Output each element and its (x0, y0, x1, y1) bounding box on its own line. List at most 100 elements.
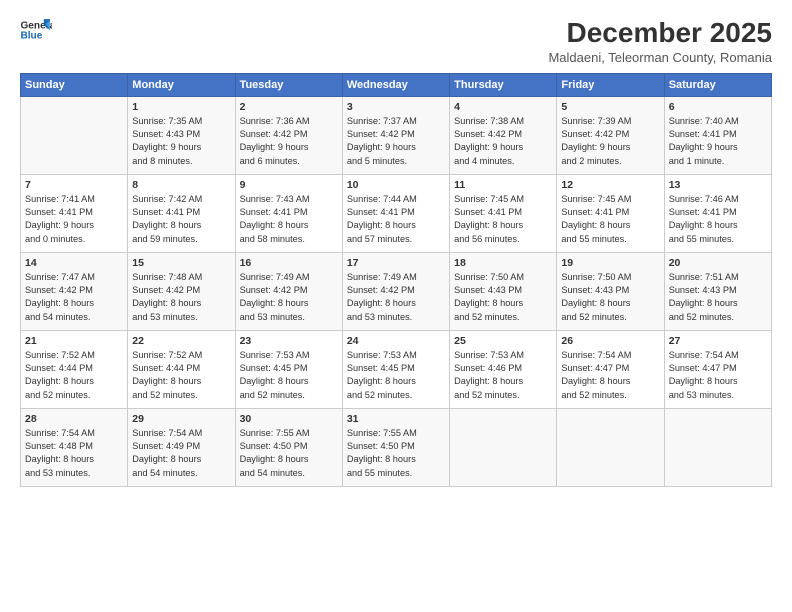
calendar-cell: 24 Sunrise: 7:53 AM Sunset: 4:45 PM Dayli… (342, 330, 449, 408)
day-info: Sunrise: 7:39 AM Sunset: 4:42 PM Dayligh… (561, 115, 659, 168)
calendar-cell: 16Sunrise: 7:49 AM Sunset: 4:42 PM Dayli… (235, 252, 342, 330)
day-info: Sunrise: 7:47 AM Sunset: 4:42 PM Dayligh… (25, 271, 123, 324)
day-number: 25 (454, 335, 552, 347)
calendar-cell: 8Sunrise: 7:42 AM Sunset: 4:41 PM Daylig… (128, 174, 235, 252)
day-info: Sunrise: 7:54 AM Sunset: 4:49 PM Dayligh… (132, 427, 230, 480)
day-number: 10 (347, 179, 445, 191)
calendar-cell: 9 Sunrise: 7:43 AM Sunset: 4:41 PM Daylig… (235, 174, 342, 252)
day-number: 5 (561, 101, 659, 113)
day-number: 6 (669, 101, 767, 113)
calendar-cell: 6Sunrise: 7:40 AM Sunset: 4:41 PM Daylig… (664, 96, 771, 174)
calendar-cell: 13 Sunrise: 7:46 AM Sunset: 4:41 PM Dayli… (664, 174, 771, 252)
calendar-cell: 12Sunrise: 7:45 AM Sunset: 4:41 PM Dayli… (557, 174, 664, 252)
day-info: Sunrise: 7:53 AM Sunset: 4:45 PM Dayligh… (240, 349, 338, 402)
calendar-cell: 18 Sunrise: 7:50 AM Sunset: 4:43 PM Dayli… (450, 252, 557, 330)
calendar-cell: 29 Sunrise: 7:54 AM Sunset: 4:49 PM Dayli… (128, 408, 235, 486)
calendar-cell: 23 Sunrise: 7:53 AM Sunset: 4:45 PM Dayli… (235, 330, 342, 408)
svg-text:Blue: Blue (20, 31, 42, 42)
day-number: 15 (132, 257, 230, 269)
calendar-cell: 25 Sunrise: 7:53 AM Sunset: 4:46 PM Dayli… (450, 330, 557, 408)
day-info: Sunrise: 7:51 AM Sunset: 4:43 PM Dayligh… (669, 271, 767, 324)
day-of-week-header: Monday (128, 73, 235, 96)
calendar-cell: 4 Sunrise: 7:38 AM Sunset: 4:42 PM Daylig… (450, 96, 557, 174)
day-number: 7 (25, 179, 123, 191)
day-number: 19 (561, 257, 659, 269)
day-number: 18 (454, 257, 552, 269)
day-info: Sunrise: 7:48 AM Sunset: 4:42 PM Dayligh… (132, 271, 230, 324)
day-info: Sunrise: 7:45 AM Sunset: 4:41 PM Dayligh… (454, 193, 552, 246)
title-block: December 2025 Maldaeni, Teleorman County… (548, 16, 772, 65)
day-number: 2 (240, 101, 338, 113)
day-info: Sunrise: 7:52 AM Sunset: 4:44 PM Dayligh… (25, 349, 123, 402)
logo: General Blue (20, 16, 52, 44)
day-info: Sunrise: 7:54 AM Sunset: 4:47 PM Dayligh… (561, 349, 659, 402)
day-info: Sunrise: 7:55 AM Sunset: 4:50 PM Dayligh… (347, 427, 445, 480)
day-info: Sunrise: 7:44 AM Sunset: 4:41 PM Dayligh… (347, 193, 445, 246)
day-of-week-header: Wednesday (342, 73, 449, 96)
calendar-week-row: 14 Sunrise: 7:47 AM Sunset: 4:42 PM Dayli… (21, 252, 772, 330)
day-info: Sunrise: 7:46 AM Sunset: 4:41 PM Dayligh… (669, 193, 767, 246)
day-number: 3 (347, 101, 445, 113)
day-number: 27 (669, 335, 767, 347)
calendar-cell: 10 Sunrise: 7:44 AM Sunset: 4:41 PM Dayli… (342, 174, 449, 252)
calendar-cell: 5 Sunrise: 7:39 AM Sunset: 4:42 PM Daylig… (557, 96, 664, 174)
calendar-cell: 19 Sunrise: 7:50 AM Sunset: 4:43 PM Dayli… (557, 252, 664, 330)
calendar-cell: 11 Sunrise: 7:45 AM Sunset: 4:41 PM Dayli… (450, 174, 557, 252)
day-number: 17 (347, 257, 445, 269)
calendar-cell: 15 Sunrise: 7:48 AM Sunset: 4:42 PM Dayli… (128, 252, 235, 330)
day-number: 22 (132, 335, 230, 347)
day-info: Sunrise: 7:54 AM Sunset: 4:48 PM Dayligh… (25, 427, 123, 480)
day-of-week-header: Friday (557, 73, 664, 96)
calendar-cell: 21 Sunrise: 7:52 AM Sunset: 4:44 PM Dayli… (21, 330, 128, 408)
day-info: Sunrise: 7:50 AM Sunset: 4:43 PM Dayligh… (561, 271, 659, 324)
day-info: Sunrise: 7:55 AM Sunset: 4:50 PM Dayligh… (240, 427, 338, 480)
calendar-cell: 7Sunrise: 7:41 AM Sunset: 4:41 PM Daylig… (21, 174, 128, 252)
day-number: 9 (240, 179, 338, 191)
calendar-subtitle: Maldaeni, Teleorman County, Romania (548, 50, 772, 65)
calendar-table: SundayMondayTuesdayWednesdayThursdayFrid… (20, 73, 772, 487)
calendar-cell: 2 Sunrise: 7:36 AM Sunset: 4:42 PM Daylig… (235, 96, 342, 174)
day-number: 11 (454, 179, 552, 191)
calendar-week-row: 21 Sunrise: 7:52 AM Sunset: 4:44 PM Dayli… (21, 330, 772, 408)
day-of-week-header: Tuesday (235, 73, 342, 96)
header: General Blue December 2025 Maldaeni, Tel… (20, 16, 772, 65)
day-info: Sunrise: 7:53 AM Sunset: 4:45 PM Dayligh… (347, 349, 445, 402)
day-number: 24 (347, 335, 445, 347)
day-number: 14 (25, 257, 123, 269)
day-info: Sunrise: 7:36 AM Sunset: 4:42 PM Dayligh… (240, 115, 338, 168)
day-info: Sunrise: 7:43 AM Sunset: 4:41 PM Dayligh… (240, 193, 338, 246)
calendar-cell: 17 Sunrise: 7:49 AM Sunset: 4:42 PM Dayli… (342, 252, 449, 330)
day-number: 26 (561, 335, 659, 347)
calendar-week-row: 7Sunrise: 7:41 AM Sunset: 4:41 PM Daylig… (21, 174, 772, 252)
calendar-cell: 28Sunrise: 7:54 AM Sunset: 4:48 PM Dayli… (21, 408, 128, 486)
calendar-cell: 14 Sunrise: 7:47 AM Sunset: 4:42 PM Dayli… (21, 252, 128, 330)
day-number: 29 (132, 413, 230, 425)
calendar-cell (664, 408, 771, 486)
day-of-week-header: Thursday (450, 73, 557, 96)
calendar-week-row: 28Sunrise: 7:54 AM Sunset: 4:48 PM Dayli… (21, 408, 772, 486)
day-info: Sunrise: 7:45 AM Sunset: 4:41 PM Dayligh… (561, 193, 659, 246)
day-info: Sunrise: 7:49 AM Sunset: 4:42 PM Dayligh… (347, 271, 445, 324)
day-info: Sunrise: 7:37 AM Sunset: 4:42 PM Dayligh… (347, 115, 445, 168)
logo-icon: General Blue (20, 16, 52, 44)
day-info: Sunrise: 7:54 AM Sunset: 4:47 PM Dayligh… (669, 349, 767, 402)
day-info: Sunrise: 7:35 AM Sunset: 4:43 PM Dayligh… (132, 115, 230, 168)
day-info: Sunrise: 7:52 AM Sunset: 4:44 PM Dayligh… (132, 349, 230, 402)
calendar-cell: 20Sunrise: 7:51 AM Sunset: 4:43 PM Dayli… (664, 252, 771, 330)
day-info: Sunrise: 7:38 AM Sunset: 4:42 PM Dayligh… (454, 115, 552, 168)
day-of-week-header: Saturday (664, 73, 771, 96)
day-info: Sunrise: 7:53 AM Sunset: 4:46 PM Dayligh… (454, 349, 552, 402)
day-info: Sunrise: 7:49 AM Sunset: 4:42 PM Dayligh… (240, 271, 338, 324)
calendar-cell: 31 Sunrise: 7:55 AM Sunset: 4:50 PM Dayli… (342, 408, 449, 486)
day-number: 8 (132, 179, 230, 191)
calendar-cell: 30Sunrise: 7:55 AM Sunset: 4:50 PM Dayli… (235, 408, 342, 486)
day-number: 31 (347, 413, 445, 425)
day-info: Sunrise: 7:50 AM Sunset: 4:43 PM Dayligh… (454, 271, 552, 324)
day-number: 21 (25, 335, 123, 347)
day-of-week-header: Sunday (21, 73, 128, 96)
day-number: 13 (669, 179, 767, 191)
calendar-cell: 3 Sunrise: 7:37 AM Sunset: 4:42 PM Daylig… (342, 96, 449, 174)
calendar-title: December 2025 (548, 16, 772, 50)
day-number: 4 (454, 101, 552, 113)
day-number: 23 (240, 335, 338, 347)
